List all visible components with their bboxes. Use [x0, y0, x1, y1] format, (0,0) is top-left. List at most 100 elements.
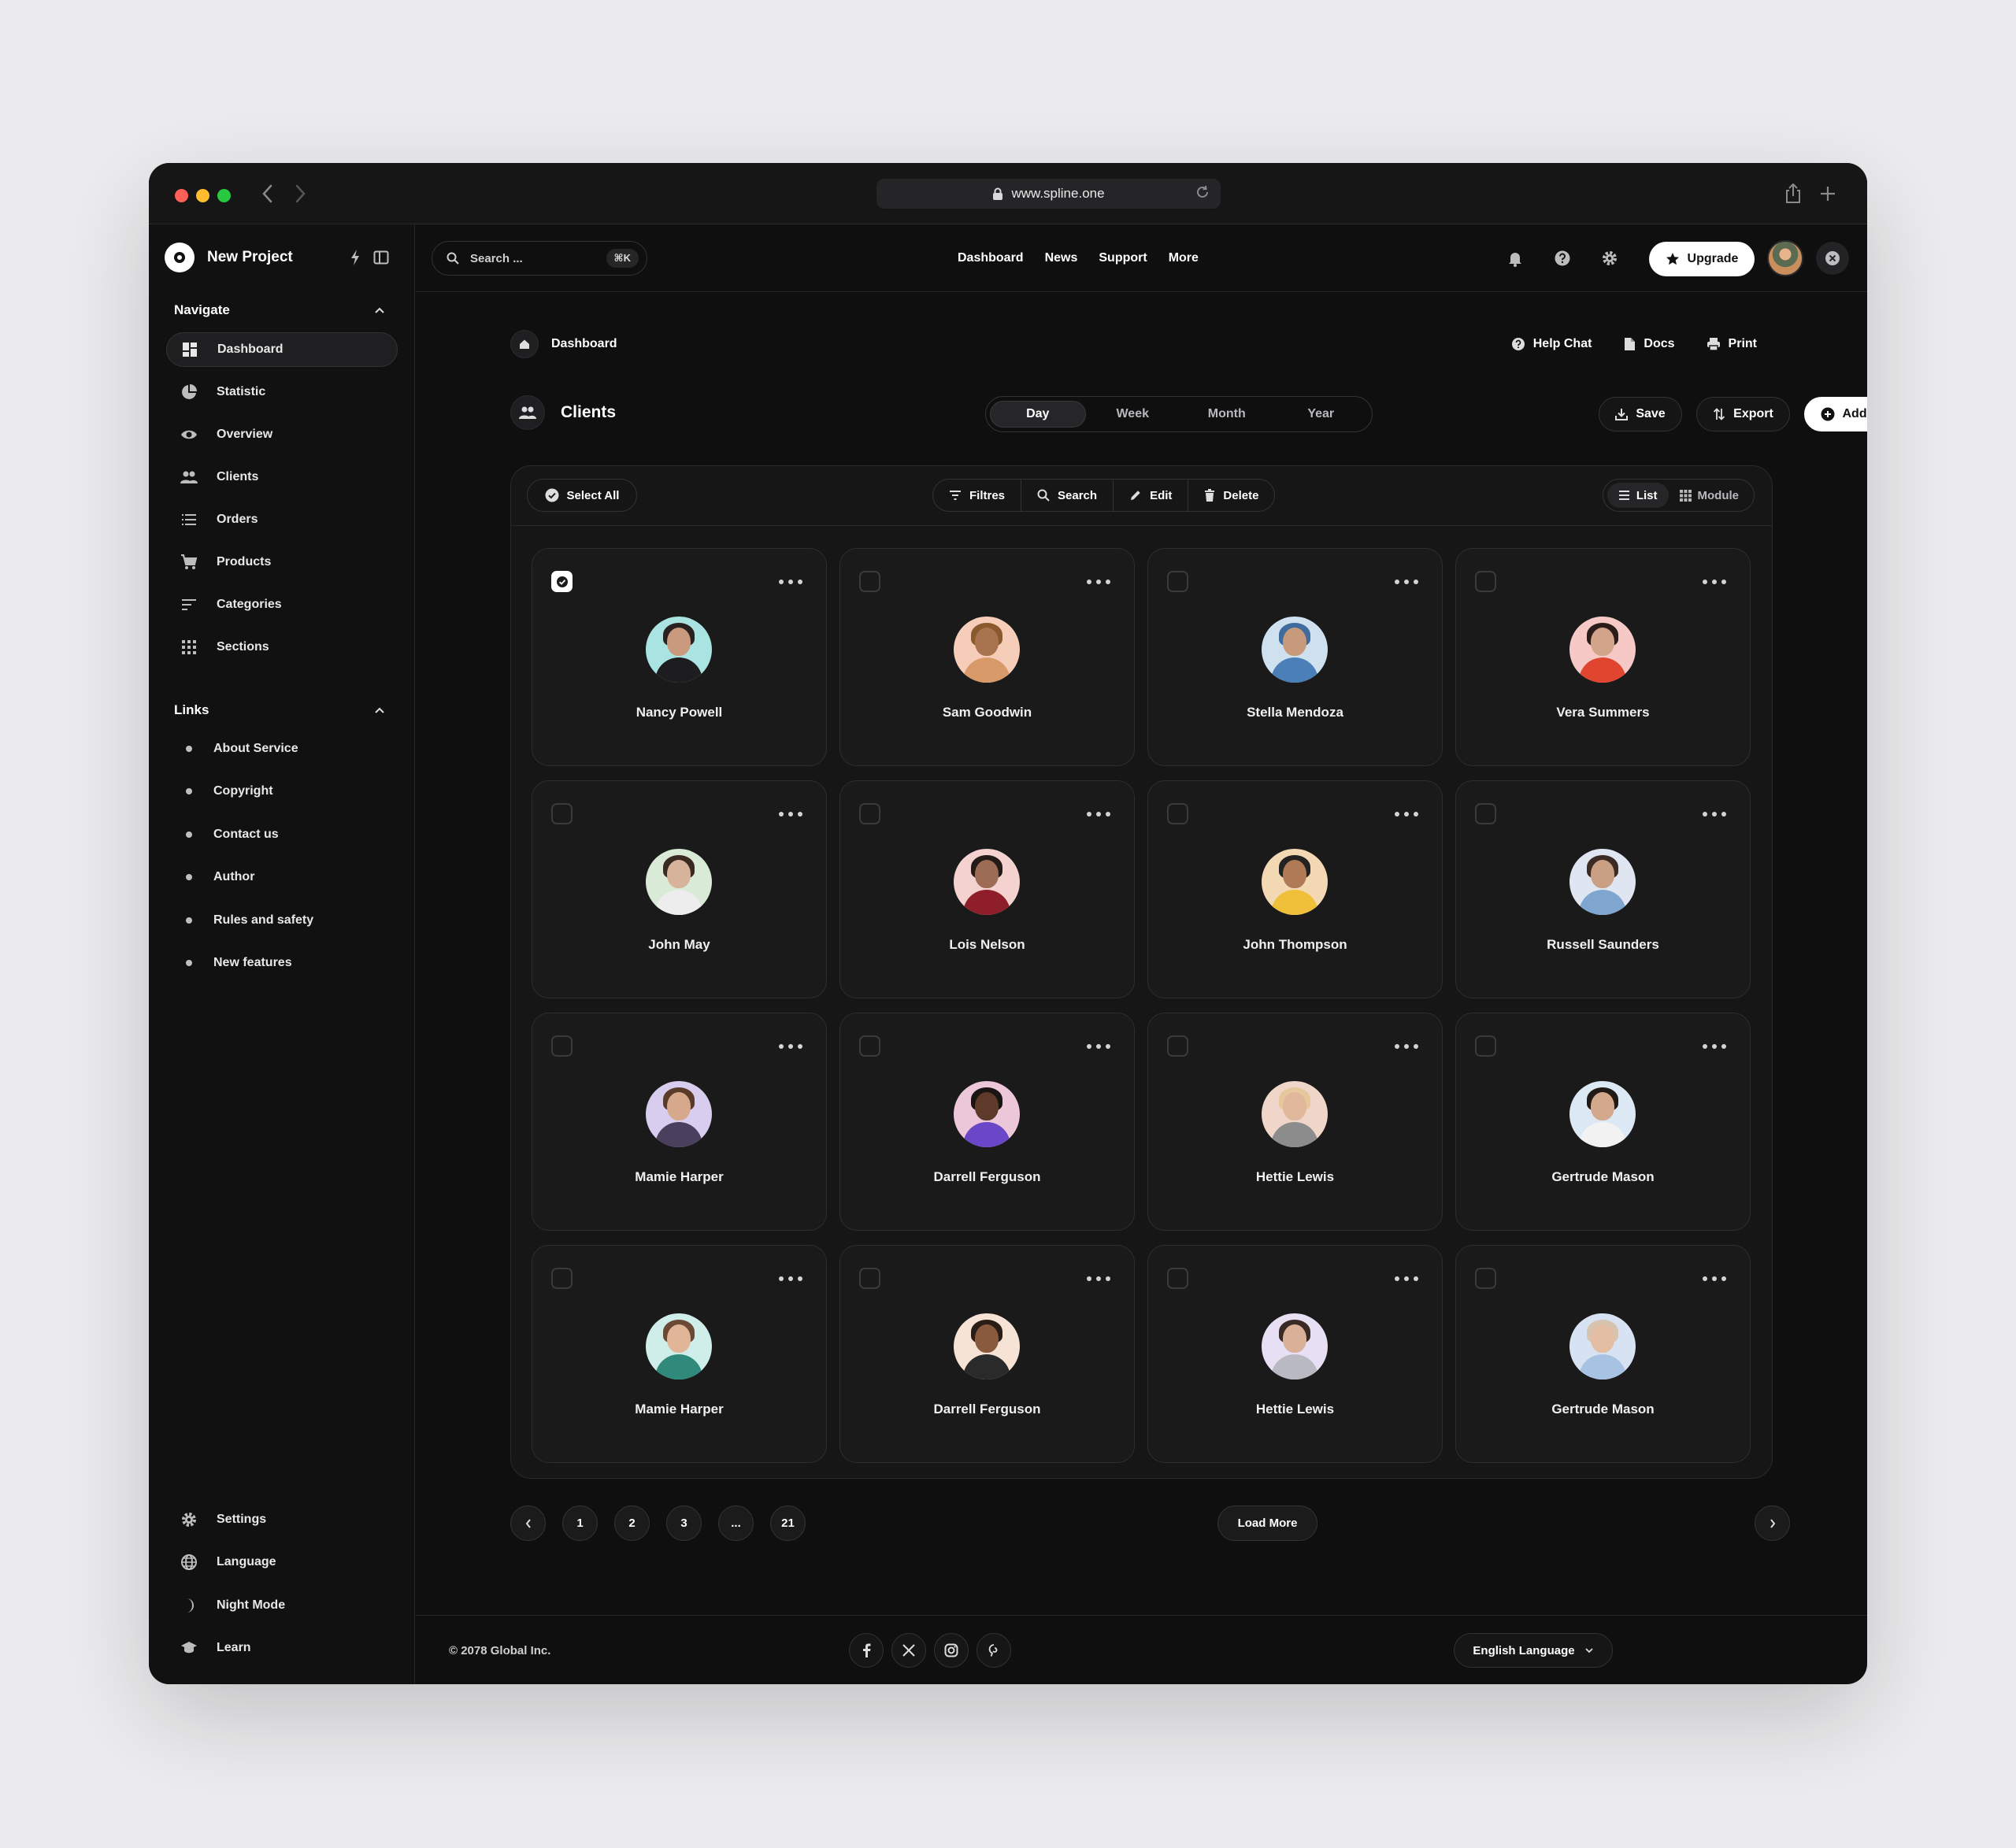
page-2-button[interactable]: 2 [614, 1505, 650, 1541]
client-checkbox[interactable] [1475, 571, 1496, 592]
client-card[interactable]: Mamie Harper [532, 1245, 827, 1463]
more-options-icon[interactable] [1087, 571, 1110, 592]
bolt-icon[interactable] [350, 249, 361, 266]
period-year[interactable]: Year [1274, 401, 1369, 428]
client-checkbox[interactable] [859, 571, 880, 592]
more-options-icon[interactable] [1703, 571, 1726, 592]
more-options-icon[interactable] [779, 1268, 802, 1289]
close-window-button[interactable] [175, 189, 188, 202]
more-options-icon[interactable] [1395, 571, 1418, 592]
client-card[interactable]: Gertrude Mason [1455, 1013, 1751, 1231]
link-rules-and-safety[interactable]: Rules and safety [166, 903, 398, 938]
sidebar-item-learn[interactable]: Learn [166, 1631, 398, 1665]
client-checkbox[interactable] [1167, 1268, 1188, 1289]
sidebar-item-products[interactable]: Products [166, 545, 398, 580]
user-avatar[interactable] [1767, 240, 1803, 276]
more-options-icon[interactable] [1703, 1268, 1726, 1289]
client-checkbox[interactable] [551, 1035, 573, 1057]
address-bar[interactable]: www.spline.one [876, 179, 1221, 209]
page-3-button[interactable]: 3 [666, 1505, 702, 1541]
prev-page-button[interactable] [510, 1505, 546, 1541]
client-card[interactable]: Lois Nelson [839, 780, 1135, 998]
client-card[interactable]: Darrell Ferguson [839, 1013, 1135, 1231]
home-icon[interactable] [510, 330, 539, 358]
client-card[interactable]: Russell Saunders [1455, 780, 1751, 998]
language-select[interactable]: English Language [1454, 1633, 1613, 1668]
more-options-icon[interactable] [1087, 1268, 1110, 1289]
link-new-features[interactable]: New features [166, 946, 398, 980]
period-month[interactable]: Month [1180, 401, 1274, 428]
upgrade-button[interactable]: Upgrade [1649, 242, 1755, 276]
client-card[interactable]: Sam Goodwin [839, 548, 1135, 766]
more-options-icon[interactable] [1087, 1035, 1110, 1057]
sidebar-item-settings[interactable]: Settings [166, 1502, 398, 1537]
sidebar-item-categories[interactable]: Categories [166, 587, 398, 622]
more-options-icon[interactable] [1703, 1035, 1726, 1057]
period-day[interactable]: Day [990, 401, 1086, 428]
client-checkbox[interactable] [1167, 803, 1188, 824]
client-checkbox[interactable] [551, 571, 573, 592]
more-options-icon[interactable] [1395, 1268, 1418, 1289]
project-header[interactable]: New Project [165, 242, 293, 273]
client-checkbox[interactable] [551, 803, 573, 824]
client-checkbox[interactable] [1475, 1268, 1496, 1289]
bell-icon[interactable] [1499, 243, 1531, 274]
more-options-icon[interactable] [779, 1035, 802, 1057]
forward-icon[interactable] [293, 180, 309, 207]
client-checkbox[interactable] [859, 1268, 880, 1289]
print-link[interactable]: Print [1707, 337, 1757, 351]
facebook-icon[interactable] [849, 1633, 884, 1668]
more-options-icon[interactable] [1087, 803, 1110, 824]
client-checkbox[interactable] [1167, 571, 1188, 592]
load-more-button[interactable]: Load More [1217, 1505, 1317, 1541]
help-chat-link[interactable]: Help Chat [1511, 337, 1592, 351]
client-checkbox[interactable] [1475, 1035, 1496, 1057]
pinterest-icon[interactable] [976, 1633, 1011, 1668]
link-contact-us[interactable]: Contact us [166, 817, 398, 852]
edit-button[interactable]: Edit [1114, 479, 1189, 512]
back-icon[interactable] [259, 180, 275, 207]
sidebar-item-clients[interactable]: Clients [166, 460, 398, 494]
client-checkbox[interactable] [1167, 1035, 1188, 1057]
new-tab-icon[interactable] [1817, 180, 1839, 207]
client-card[interactable]: Hettie Lewis [1147, 1013, 1443, 1231]
instagram-icon[interactable] [934, 1633, 969, 1668]
delete-button[interactable]: Delete [1188, 479, 1274, 512]
client-checkbox[interactable] [1475, 803, 1496, 824]
more-options-icon[interactable] [779, 803, 802, 824]
client-card[interactable]: Darrell Ferguson [839, 1245, 1135, 1463]
client-card[interactable]: Gertrude Mason [1455, 1245, 1751, 1463]
page-21-button[interactable]: 21 [770, 1505, 806, 1541]
minimize-window-button[interactable] [196, 189, 209, 202]
sidebar-item-orders[interactable]: Orders [166, 502, 398, 537]
save-button[interactable]: Save [1599, 397, 1682, 431]
select-all-button[interactable]: Select All [527, 479, 637, 512]
reload-icon[interactable] [1194, 183, 1211, 201]
settings-icon[interactable] [1594, 243, 1625, 274]
topnav-dashboard[interactable]: Dashboard [958, 251, 1024, 265]
topnav-support[interactable]: Support [1099, 251, 1147, 265]
close-icon[interactable] [1816, 242, 1849, 275]
page-1-button[interactable]: 1 [562, 1505, 598, 1541]
client-card[interactable]: Hettie Lewis [1147, 1245, 1443, 1463]
export-button[interactable]: Export [1696, 397, 1790, 431]
client-card[interactable]: John Thompson [1147, 780, 1443, 998]
sidebar-item-statistic[interactable]: Statistic [166, 375, 398, 409]
sidebar-item-dashboard[interactable]: Dashboard [166, 332, 398, 367]
sidebar-item-sections[interactable]: Sections [166, 630, 398, 665]
maximize-window-button[interactable] [217, 189, 231, 202]
view-list-button[interactable]: List [1606, 483, 1669, 508]
period-week[interactable]: Week [1086, 401, 1180, 428]
filters-button[interactable]: Filtres [933, 479, 1022, 512]
links-section-header[interactable]: Links [174, 702, 385, 718]
client-card[interactable]: Vera Summers [1455, 548, 1751, 766]
topnav-news[interactable]: News [1045, 251, 1078, 265]
link-about-service[interactable]: About Service [166, 731, 398, 766]
share-icon[interactable] [1782, 180, 1804, 207]
search-input[interactable]: Search ... ⌘K [432, 241, 647, 276]
more-options-icon[interactable] [1395, 1035, 1418, 1057]
sidebar-toggle-icon[interactable] [373, 250, 389, 265]
sidebar-item-language[interactable]: Language [166, 1545, 398, 1580]
next-page-button[interactable] [1755, 1505, 1790, 1541]
client-checkbox[interactable] [859, 1035, 880, 1057]
